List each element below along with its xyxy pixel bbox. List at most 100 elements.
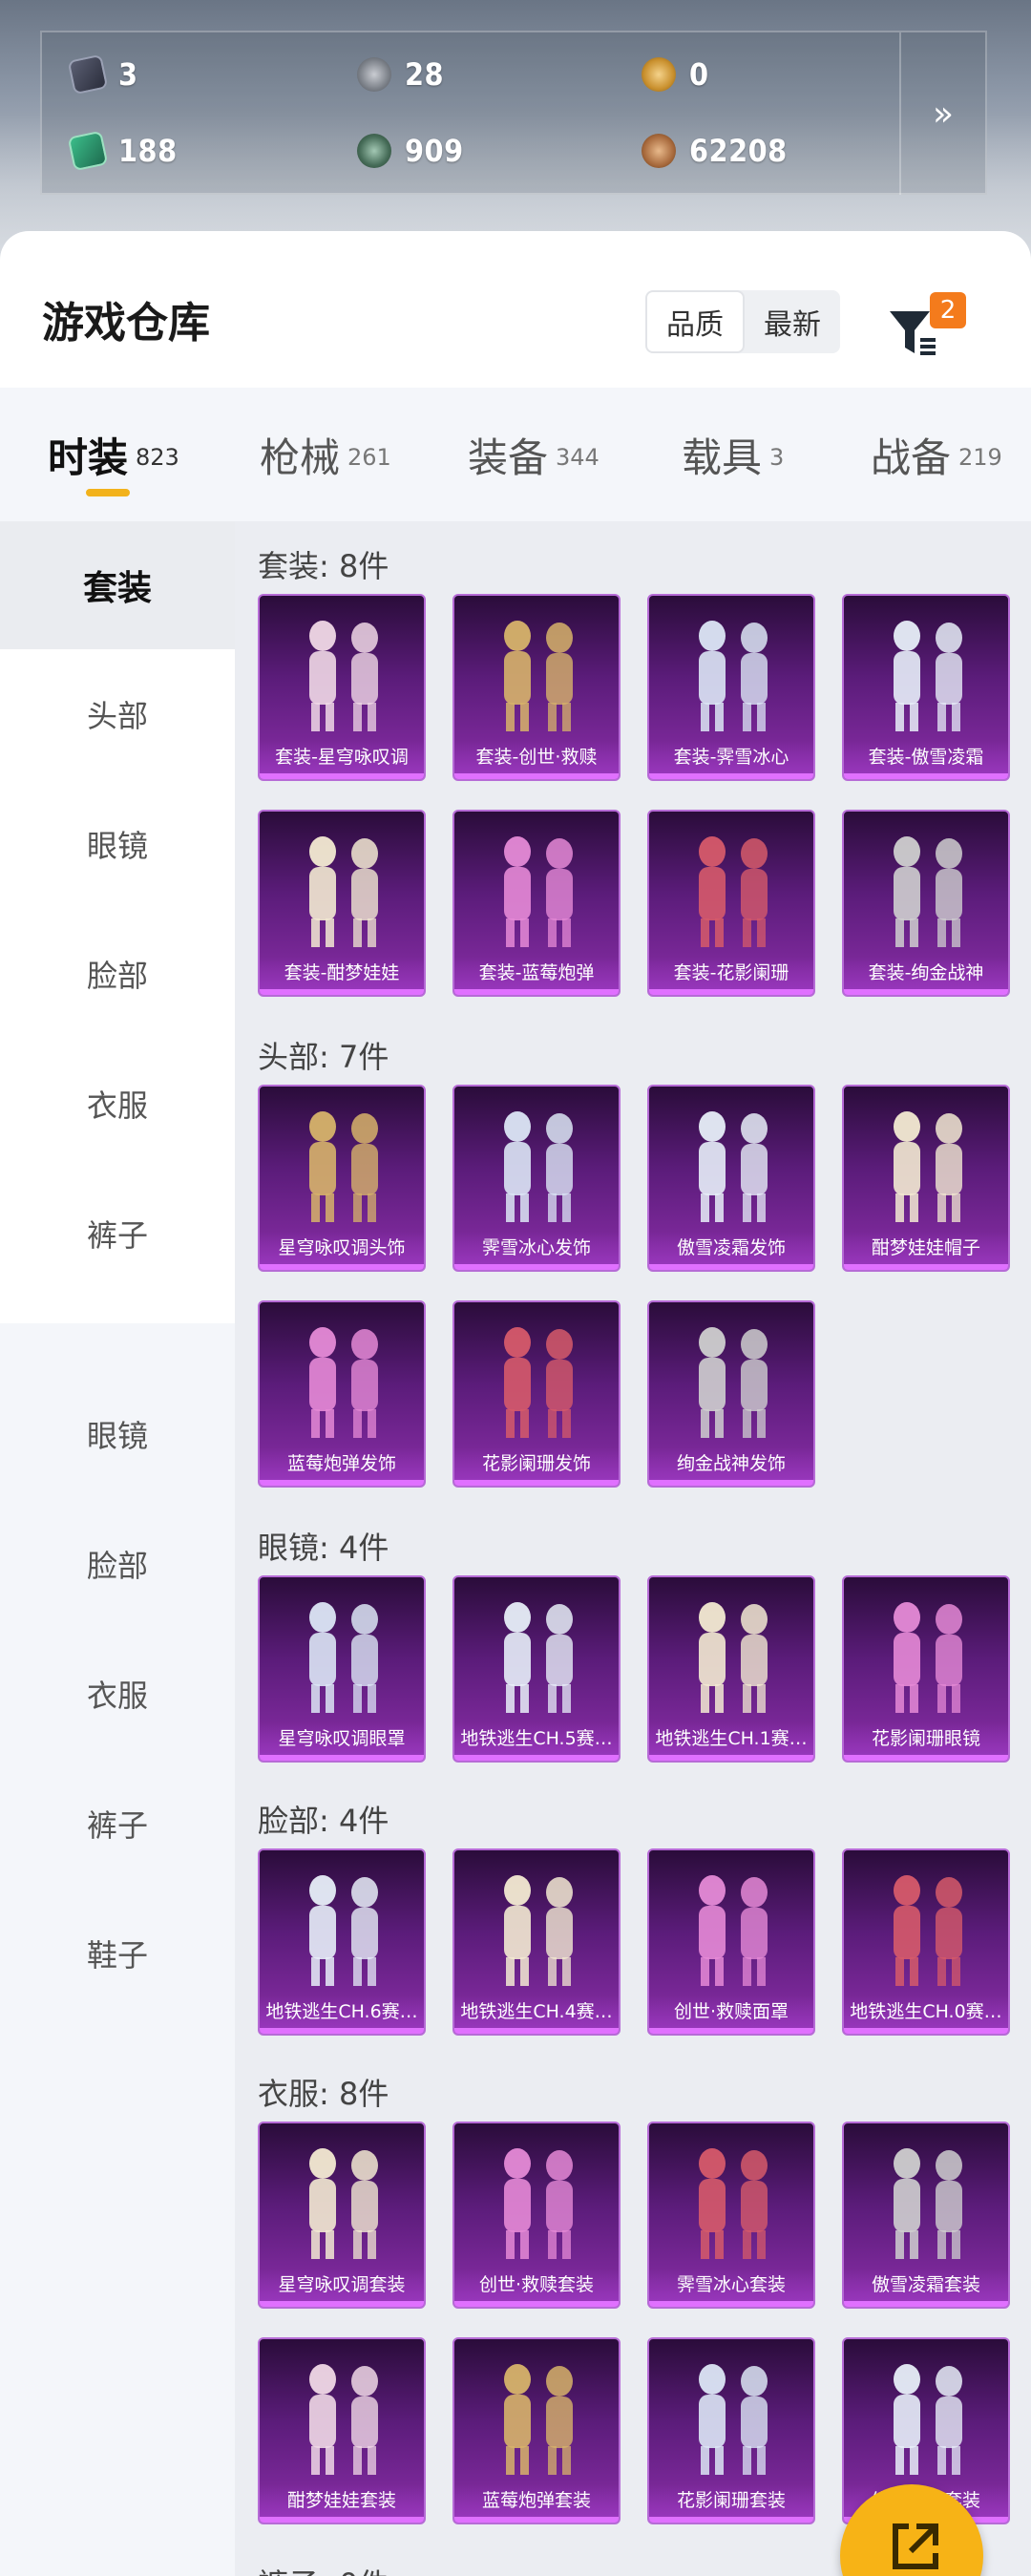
currency-bar: 3 28 0 188 909 62208 » bbox=[0, 0, 1031, 267]
tab-vehicles[interactable]: 载具 3 bbox=[682, 388, 784, 521]
sidebar-item-face-2[interactable]: 脸部 bbox=[0, 1499, 235, 1629]
sort-quality-option[interactable]: 品质 bbox=[645, 290, 745, 353]
sort-newest-option[interactable]: 最新 bbox=[745, 290, 840, 353]
currency-panel: 3 28 0 188 909 62208 » bbox=[40, 31, 987, 195]
item-thumbnail-icon bbox=[309, 1602, 378, 1713]
section-title: 裤子: 0件 bbox=[258, 2561, 389, 2576]
currency-bronze: 62208 bbox=[642, 122, 788, 179]
tab-guns[interactable]: 枪械 261 bbox=[260, 388, 391, 521]
item-name: 套装-蓝莓炮弹 bbox=[454, 957, 619, 989]
item-card[interactable]: 地铁逃生CH.1赛… bbox=[647, 1575, 815, 1763]
item-card[interactable]: 傲雪凌霜套装 bbox=[842, 2122, 1010, 2309]
item-thumbnail-icon bbox=[699, 621, 768, 731]
expand-currency-button[interactable]: » bbox=[899, 32, 985, 195]
section-title: 套装: 8件 bbox=[258, 548, 389, 584]
item-card[interactable]: 星穹咏叹调头饰 bbox=[258, 1085, 426, 1272]
sidebar-item-face[interactable]: 脸部 bbox=[0, 909, 235, 1039]
sidebar-item-pants-2[interactable]: 裤子 bbox=[0, 1759, 235, 1889]
item-name: 花影阑珊眼镜 bbox=[844, 1722, 1008, 1755]
filter-button[interactable]: 2 bbox=[888, 292, 966, 359]
item-name: 花影阑珊套装 bbox=[649, 2484, 813, 2517]
item-thumbnail-icon bbox=[504, 836, 573, 947]
item-card[interactable]: 套装-傲雪凌霜 bbox=[842, 594, 1010, 781]
item-name: 创世·救赎面罩 bbox=[649, 1995, 813, 2028]
item-card[interactable]: 地铁逃生CH.4赛… bbox=[452, 1848, 621, 2036]
sidebar: 套装 头部 眼镜 脸部 衣服 裤子 眼镜 脸部 衣服 裤子 鞋子 bbox=[0, 521, 235, 2576]
item-card[interactable]: 傲雪凌霜发饰 bbox=[647, 1085, 815, 1272]
item-card[interactable]: 套装-绚金战神 bbox=[842, 810, 1010, 997]
item-name: 蓝莓炮弹发饰 bbox=[260, 1447, 424, 1480]
tab-label: 战备 bbox=[871, 433, 952, 481]
item-card[interactable]: 创世·救赎面罩 bbox=[647, 1848, 815, 2036]
item-name: 星穹咏叹调眼罩 bbox=[260, 1722, 424, 1755]
item-card[interactable]: 花影阑珊发饰 bbox=[452, 1300, 621, 1488]
active-tab-indicator bbox=[86, 489, 130, 496]
sidebar-item-shoes[interactable]: 鞋子 bbox=[0, 1889, 235, 2018]
item-card[interactable]: 绚金战神发饰 bbox=[647, 1300, 815, 1488]
item-card[interactable]: 花影阑珊套装 bbox=[647, 2337, 815, 2524]
sidebar-item-pants[interactable]: 裤子 bbox=[0, 1169, 235, 1299]
item-card[interactable]: 套装-创世·救赎 bbox=[452, 594, 621, 781]
currency-silver: 28 bbox=[357, 46, 444, 103]
tab-count: 219 bbox=[958, 444, 1002, 471]
item-thumbnail-icon bbox=[309, 1327, 378, 1438]
sidebar-item-head[interactable]: 头部 bbox=[0, 649, 235, 779]
tab-supplies[interactable]: 战备 219 bbox=[871, 388, 1002, 521]
item-name: 地铁逃生CH.5赛… bbox=[454, 1722, 619, 1755]
item-card[interactable]: 酣梦娃娃套装 bbox=[258, 2337, 426, 2524]
currency-value: 3 bbox=[118, 56, 138, 93]
silver-coin-icon bbox=[357, 57, 391, 92]
tab-label: 时装 bbox=[48, 433, 129, 481]
item-thumbnail-icon bbox=[504, 2148, 573, 2259]
item-thumbnail-icon bbox=[699, 836, 768, 947]
item-name: 套装-霁雪冰心 bbox=[649, 741, 813, 773]
item-card[interactable]: 酣梦娃娃帽子 bbox=[842, 1085, 1010, 1272]
filter-count-badge: 2 bbox=[930, 292, 966, 328]
item-card[interactable]: 套装-花影阑珊 bbox=[647, 810, 815, 997]
sidebar-item-glasses[interactable]: 眼镜 bbox=[0, 779, 235, 909]
item-name: 创世·救赎套装 bbox=[454, 2269, 619, 2301]
item-name: 地铁逃生CH.6赛… bbox=[260, 1995, 424, 2028]
sidebar-item-clothes-2[interactable]: 衣服 bbox=[0, 1629, 235, 1759]
gold-coin-icon bbox=[642, 57, 676, 92]
item-card[interactable]: 霁雪冰心发饰 bbox=[452, 1085, 621, 1272]
item-card[interactable]: 套装-酣梦娃娃 bbox=[258, 810, 426, 997]
sidebar-group-secondary: 眼镜 脸部 衣服 裤子 鞋子 bbox=[0, 1369, 235, 2576]
tab-fashion[interactable]: 时装 823 bbox=[48, 388, 179, 521]
section-title: 衣服: 8件 bbox=[258, 2076, 389, 2112]
item-card[interactable]: 霁雪冰心套装 bbox=[647, 2122, 815, 2309]
currency-value: 909 bbox=[405, 133, 464, 169]
item-card[interactable]: 星穹咏叹调眼罩 bbox=[258, 1575, 426, 1763]
page-title: 游戏仓库 bbox=[42, 299, 210, 348]
currency-card: 3 bbox=[67, 46, 138, 103]
item-name: 星穹咏叹调套装 bbox=[260, 2269, 424, 2301]
item-card[interactable]: 蓝莓炮弹套装 bbox=[452, 2337, 621, 2524]
item-name: 套装-花影阑珊 bbox=[649, 957, 813, 989]
item-card[interactable]: 蓝莓炮弹发饰 bbox=[258, 1300, 426, 1488]
sidebar-item-glasses-2[interactable]: 眼镜 bbox=[0, 1369, 235, 1499]
section-title: 头部: 7件 bbox=[258, 1039, 389, 1075]
item-card[interactable]: 套装-霁雪冰心 bbox=[647, 594, 815, 781]
item-card[interactable]: 地铁逃生CH.0赛… bbox=[842, 1848, 1010, 2036]
tab-equipment[interactable]: 装备 344 bbox=[468, 388, 600, 521]
item-card[interactable]: 地铁逃生CH.6赛… bbox=[258, 1848, 426, 2036]
item-thumbnail-icon bbox=[504, 1111, 573, 1222]
item-card[interactable]: 星穹咏叹调套装 bbox=[258, 2122, 426, 2309]
card-icon bbox=[67, 53, 109, 95]
item-name: 酣梦娃娃套装 bbox=[260, 2484, 424, 2517]
item-card[interactable]: 创世·救赎套装 bbox=[452, 2122, 621, 2309]
tab-label: 枪械 bbox=[260, 433, 341, 481]
item-name: 套装-绚金战神 bbox=[844, 957, 1008, 989]
tab-label: 装备 bbox=[468, 433, 549, 481]
currency-ticket: 188 bbox=[67, 122, 178, 179]
item-name: 星穹咏叹调头饰 bbox=[260, 1232, 424, 1264]
sidebar-item-clothes[interactable]: 衣服 bbox=[0, 1039, 235, 1169]
item-card[interactable]: 套装-星穹咏叹调 bbox=[258, 594, 426, 781]
currency-green: 909 bbox=[357, 122, 464, 179]
item-name: 套装-酣梦娃娃 bbox=[260, 957, 424, 989]
item-card[interactable]: 花影阑珊眼镜 bbox=[842, 1575, 1010, 1763]
item-card[interactable]: 套装-蓝莓炮弹 bbox=[452, 810, 621, 997]
item-thumbnail-icon bbox=[699, 1111, 768, 1222]
sidebar-item-set[interactable]: 套装 bbox=[0, 521, 235, 649]
item-card[interactable]: 地铁逃生CH.5赛… bbox=[452, 1575, 621, 1763]
